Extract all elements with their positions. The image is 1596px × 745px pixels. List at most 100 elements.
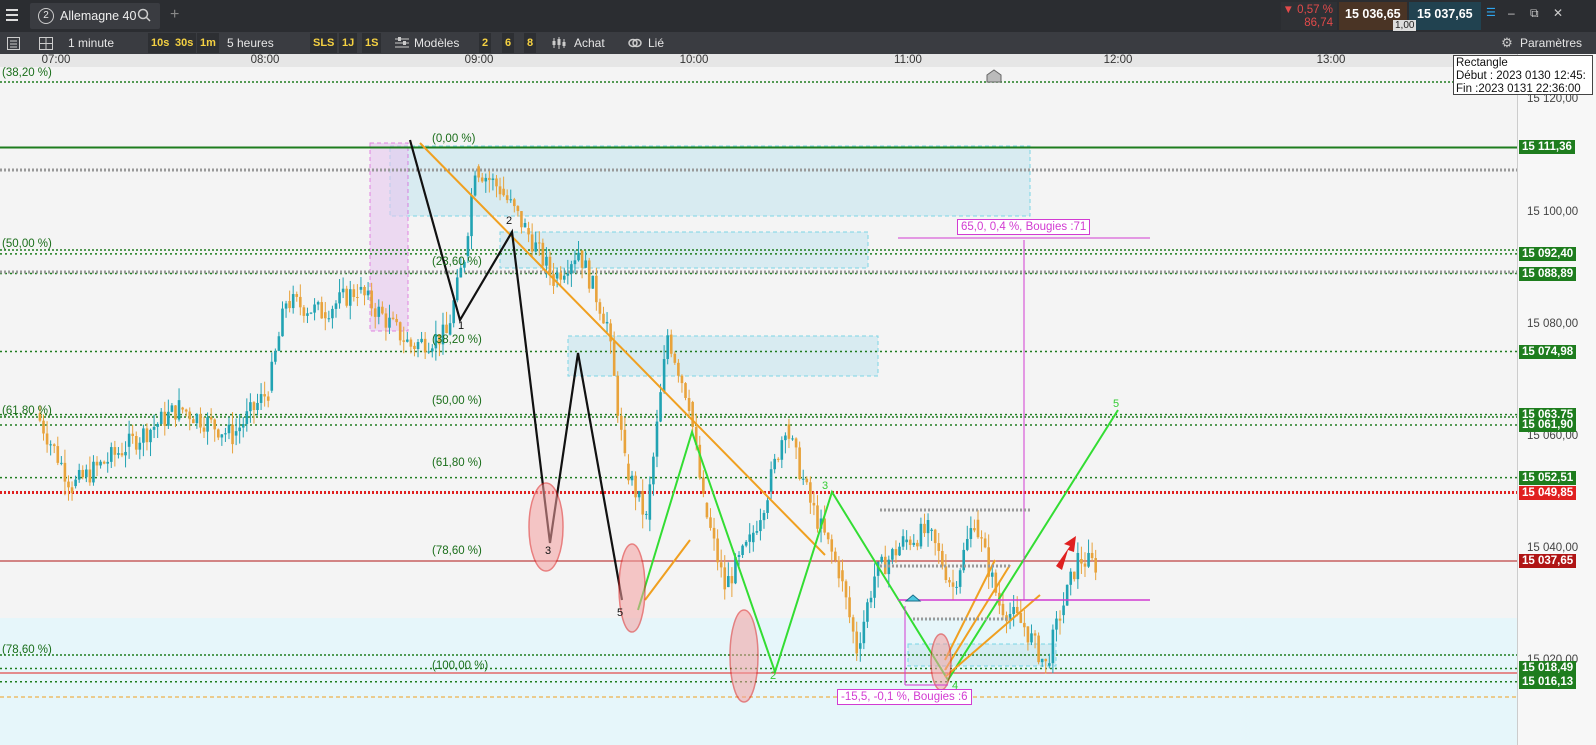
price-tick: 15 100,00 [1527,206,1579,218]
candle-body [138,442,142,450]
candle-body [209,417,213,420]
price-level-tag: 15 052,51 [1519,470,1577,485]
price-level-tag: 15 074,98 [1519,344,1577,359]
price-level-tag: 15 037,65 [1519,553,1577,568]
candle-body [345,288,348,306]
candle-body [691,401,694,427]
candle-body [45,433,49,445]
candle-body [117,453,120,455]
candle-body [983,538,987,548]
candle-body [70,487,74,494]
rectangle-info-tooltip: Rectangle Début : 2023 0130 12:45: Fin :… [1453,55,1593,95]
candle-body [473,175,477,196]
candle-body [723,567,727,590]
fib-label: (0,00 %) [432,133,476,145]
fan-line [644,539,691,601]
candle-body [894,549,898,556]
candle-body [216,429,220,438]
candle-body [52,444,56,447]
candle-body [184,409,188,412]
price-tick: 15 080,00 [1527,318,1579,330]
price-axis[interactable] [1517,54,1596,745]
candle-body [787,424,791,439]
candle-body [334,303,338,309]
candle-body [106,461,110,464]
candle-body [420,338,423,343]
candle-body [416,342,420,350]
candle-body [491,178,495,181]
candle-body [809,482,812,503]
candle-body [170,405,174,412]
candle-body [1065,584,1069,606]
candle-body [513,199,516,207]
candle-body [933,529,937,544]
candle-body [60,462,63,464]
candle-body [284,303,288,309]
candle-body [655,421,659,457]
candle-body [1090,552,1094,559]
candle-body [124,451,127,456]
measure-label-top[interactable]: 65,0, 0,4 %, Bougies :71 [957,219,1091,235]
candle-body [712,527,716,539]
fib-label: (100,00 %) [432,660,489,672]
candle-body [238,427,241,432]
candle-body [306,313,309,316]
candle-body [644,513,648,515]
red-arrow-icon [1056,536,1076,570]
candle-body [677,362,680,376]
candle-body [77,469,81,480]
candle-body [570,264,573,274]
candle-body [163,411,167,426]
candle-body [291,294,295,309]
candle-body [309,312,313,314]
candle-body [537,242,541,244]
candle-body [530,234,534,252]
candle-body [573,260,577,265]
candle-body [855,631,859,654]
candle-body [370,290,373,309]
candle-body [241,424,245,428]
candle-body [769,469,773,492]
candle-body [427,351,431,353]
candle-body [224,433,227,435]
bottom-zone [0,618,1517,745]
measure-label-bottom[interactable]: -15,5, -0,1 %, Bougies :6 [837,689,972,705]
fib-label-left: (61,80 %) [2,405,52,417]
candle-body [634,475,637,498]
candle-body [730,576,734,584]
chart-canvas[interactable] [0,0,1596,745]
price-level-tag: 15 049,85 [1519,485,1577,500]
candle-body [702,477,705,494]
candle-body [584,260,587,268]
candle-body [316,302,320,305]
candle-body [120,453,124,456]
candle-body [1015,606,1019,614]
candle-body [245,411,249,425]
candle-body [923,523,926,534]
candle-body [348,289,352,306]
candle-body [384,313,388,328]
candle-body [81,469,85,478]
candle-body [548,256,552,275]
candle-body [131,433,134,437]
candle-body [74,479,77,487]
candle-body [430,348,434,352]
candle-body [630,475,634,481]
candle-body [249,402,252,412]
candle-body [944,566,948,580]
candle-body [555,272,559,279]
candle-body [338,292,341,304]
candle-body [673,353,677,363]
candle-body [812,502,816,506]
info-end: Fin :2023 0131 22:36:00 [1456,83,1581,95]
candle-body [901,536,905,547]
candle-body [841,570,844,582]
candle-body [719,562,723,568]
candle-body [534,242,538,252]
candle-body [794,438,798,448]
alert-marker-icon [904,594,922,602]
candle-body [174,405,177,420]
candle-body [1040,658,1044,663]
candle-body [505,195,509,201]
candle-body [409,339,413,347]
